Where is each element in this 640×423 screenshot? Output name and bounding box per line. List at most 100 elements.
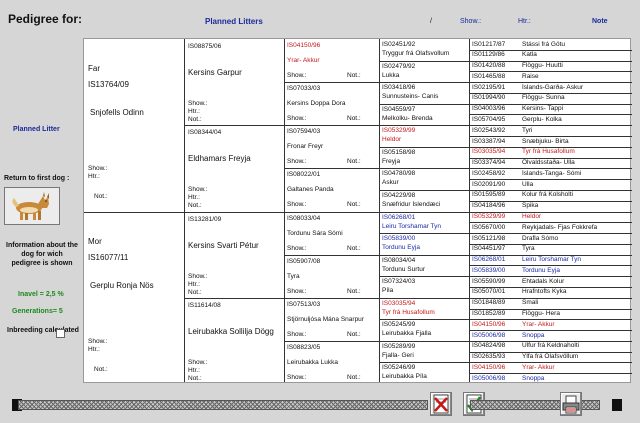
grandparent-show: Show.: <box>188 186 208 194</box>
gen5-name[interactable]: Yrar- Akkur <box>522 364 630 372</box>
gen4-reg: IS04229/98 <box>382 191 416 199</box>
gen4-name[interactable]: Sunnusteins- Canis <box>382 93 467 101</box>
great-grandparent-not: Not.: <box>347 330 361 338</box>
gen4-name[interactable]: Snæfridur Íslendæci <box>382 201 467 209</box>
gen5-name[interactable]: Ehtadals Kolur <box>522 278 630 286</box>
gen5-reg: IS01129/86 <box>472 51 505 59</box>
gen5-reg: IS05590/99 <box>472 277 506 285</box>
gen4-name[interactable]: Tordunu Surtur <box>382 266 467 274</box>
cancel-button[interactable] <box>430 392 452 416</box>
gen5-name[interactable]: Leiru Torshamar Tyn <box>522 256 630 264</box>
row-divider <box>469 71 632 72</box>
great-grandparent-show: Show.: <box>287 244 307 252</box>
gen5-name[interactable]: Ylfa frá Olafsvöllum <box>522 353 630 361</box>
great-grandparent-name[interactable]: Kersins Doppa Dora <box>287 100 377 108</box>
gen5-reg: IS01465/88 <box>472 72 506 80</box>
gen4-reg: IS05289/99 <box>382 342 416 350</box>
grandparent-htr: Htr.: <box>188 280 200 288</box>
gen5-name[interactable]: Drafla Sómo <box>522 235 630 243</box>
gen5-name[interactable]: Kersins- Tappi <box>522 105 630 113</box>
gen4-name[interactable]: Lukka <box>382 72 467 80</box>
gen5-name[interactable]: Tyri <box>522 127 630 135</box>
gen5-name[interactable]: Flöggu- Huutti <box>522 62 630 70</box>
parent-show: Show.: <box>88 337 108 345</box>
gen5-name[interactable]: Snæbjuku- Birta <box>522 138 630 146</box>
gen5-name[interactable]: Raise <box>522 73 630 81</box>
column-divider <box>184 39 185 382</box>
parent-htr: Htr.: <box>88 345 100 353</box>
gen5-reg: IS01420/88 <box>472 62 506 70</box>
gen4-name[interactable]: Leirubakka Píla <box>382 373 467 381</box>
great-grandparent-name[interactable]: Fronar Freyr <box>287 143 377 151</box>
gen5-reg: IS06268/01 <box>472 256 506 264</box>
gen4-name[interactable]: Freyja <box>382 158 467 166</box>
gen5-name[interactable]: Spika <box>522 202 630 210</box>
gen5-name[interactable]: Smali <box>522 299 630 307</box>
gen4-name[interactable]: Tyr frá Husafollum <box>382 309 467 317</box>
scroll-right-button[interactable] <box>612 399 622 411</box>
great-grandparent-reg: IS05907/08 <box>287 257 321 265</box>
grandparent-name[interactable]: Kersins Svarti Pétur <box>188 242 282 250</box>
great-grandparent-name[interactable]: Leirubakka Lukka <box>287 359 377 367</box>
inbreeding-checkbox[interactable] <box>56 329 65 338</box>
gen5-name[interactable]: Íslands-Tanga- Sómi <box>522 170 630 178</box>
gen4-reg: IS05158/98 <box>382 148 416 156</box>
gen5-name[interactable]: Ulfur frá Keldnaholti <box>522 342 630 350</box>
gen5-name[interactable]: Yrar- Akkur <box>522 321 630 329</box>
gen4-reg: IS08034/04 <box>382 256 416 264</box>
gen5-name[interactable]: Katla <box>522 51 630 59</box>
gen4-name[interactable]: Heldor <box>382 136 467 144</box>
row-divider <box>469 362 632 363</box>
gen5-name[interactable]: Reykjadals- Fjas Fokkrefa <box>522 224 630 232</box>
gen4-name[interactable]: Leirubakka Fjalla <box>382 330 467 338</box>
grandparent-name[interactable]: Kersins Garpur <box>188 69 282 77</box>
great-grandparent-name[interactable]: Stjörnuljósa Mána Snarpur <box>287 316 377 324</box>
gen5-name[interactable]: Íslands-Garða- Askur <box>522 84 630 92</box>
great-grandparent-name[interactable]: Tordunu Sára Sómi <box>287 230 377 238</box>
header-bar: Pedigree for: Planned Litters / Show.: H… <box>0 0 640 38</box>
parent-name[interactable]: Snjofells Odinn <box>90 109 184 117</box>
gen5-name[interactable]: Ölvaldsstaða- Ulla <box>522 159 630 167</box>
grandparent-reg: IS08344/04 <box>188 129 222 137</box>
great-grandparent-name[interactable]: Yrar- Akkur <box>287 57 377 65</box>
gen5-name[interactable]: Stássi frá Götu <box>522 41 630 49</box>
gen4-name[interactable]: Píla <box>382 287 467 295</box>
gen4-name[interactable]: Askur <box>382 179 467 187</box>
gen4-name[interactable]: Leiru Torshamar Tyn <box>382 223 467 231</box>
planned-litters-heading: Planned Litters <box>205 17 263 26</box>
gen5-name[interactable]: Gerplu- Kolka <box>522 116 630 124</box>
horizontal-scrollbar[interactable] <box>18 400 428 410</box>
return-to-first-dog-button[interactable] <box>4 187 60 225</box>
gen5-name[interactable]: Flöggu- Hera <box>522 310 630 318</box>
grandparent-name[interactable]: Eldhamars Freyja <box>188 155 282 163</box>
planned-litter-link[interactable]: Planned Litter <box>13 126 60 133</box>
grandparent-show: Show.: <box>188 358 208 366</box>
gen4-name[interactable]: Fjalla- Geri <box>382 352 467 360</box>
sidebar: Planned Litter Return to first dog : Inf… <box>0 38 82 383</box>
gen5-reg: IS03035/94 <box>472 148 506 156</box>
gen5-reg: IS02635/93 <box>472 353 506 361</box>
grandparent-name[interactable]: Leirubakka Sollilja Dögg <box>188 328 282 336</box>
gen5-name[interactable]: Flöggu- Sunna <box>522 94 630 102</box>
print-button[interactable] <box>560 392 582 416</box>
grandparent-reg: IS08875/06 <box>188 43 222 50</box>
gen4-name[interactable]: Melkolku- Brenda <box>382 115 467 123</box>
parent-role: Far <box>88 65 100 73</box>
gen5-name[interactable]: Heldor <box>522 213 630 221</box>
gen5-name[interactable]: Ulla <box>522 181 630 189</box>
gen5-name[interactable]: Kolur frá Kolsholti <box>522 191 630 199</box>
gen4-reg: IS07324/03 <box>382 278 416 286</box>
gen5-name[interactable]: Tordunu Eyja <box>522 267 630 275</box>
gen5-name[interactable]: Snoppa <box>522 332 630 340</box>
great-grandparent-name[interactable]: Galtanes Panda <box>287 186 377 194</box>
parent-name[interactable]: Gerplu Ronja Nös <box>90 282 184 290</box>
return-label: Return to first dog : <box>4 175 70 182</box>
gen4-name[interactable]: Tryggur frá Olafsvollum <box>382 50 467 58</box>
dog-icon <box>5 188 59 224</box>
gen5-name[interactable]: Hrafntofts Kyka <box>522 288 630 296</box>
gen5-name[interactable]: Tyr frá Husafollum <box>522 148 630 156</box>
gen5-name[interactable]: Snoppa <box>522 375 630 383</box>
great-grandparent-name[interactable]: Tyra <box>287 273 377 281</box>
gen4-name[interactable]: Tordunu Eyja <box>382 244 467 252</box>
gen5-name[interactable]: Tyra <box>522 245 630 253</box>
